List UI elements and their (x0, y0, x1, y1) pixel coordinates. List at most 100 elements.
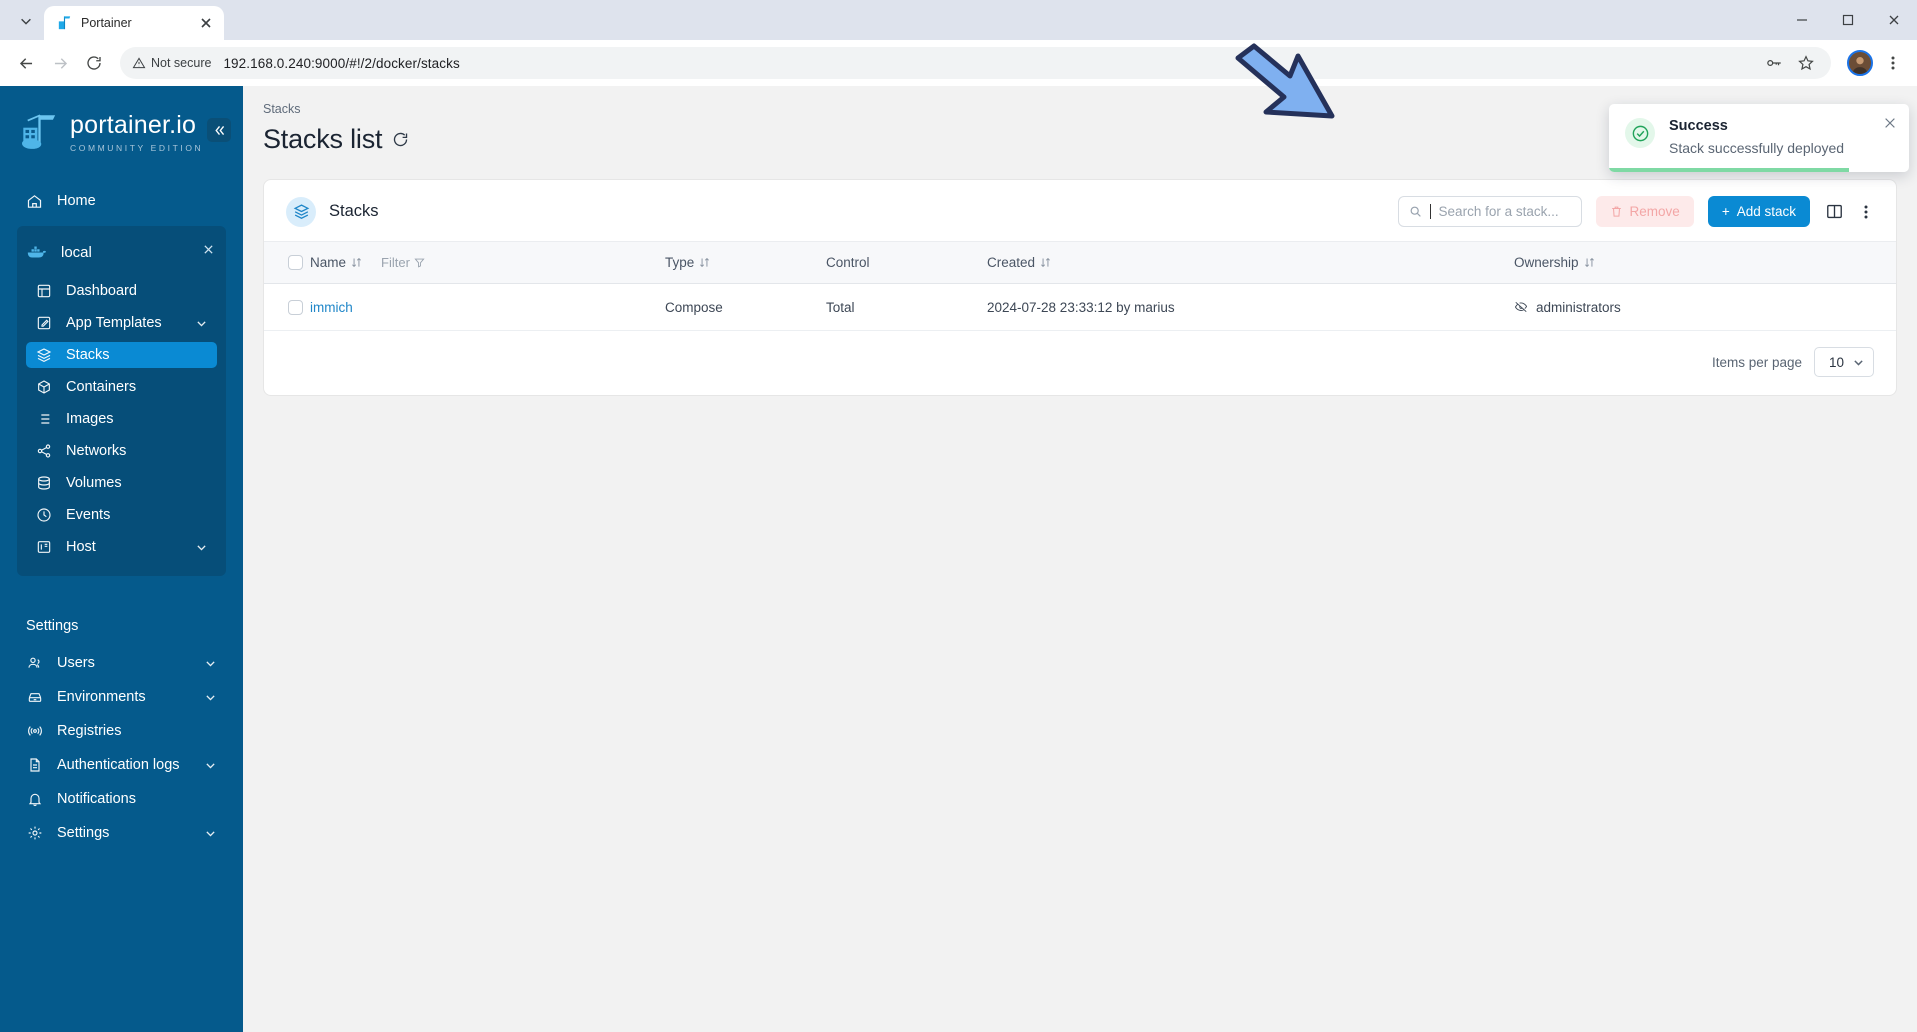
window-minimize-button[interactable] (1779, 0, 1825, 40)
omnibox-actions (1763, 52, 1825, 74)
sidebar-item-home[interactable]: Home (17, 188, 226, 214)
browser-menu-button[interactable] (1879, 49, 1907, 77)
table-row[interactable]: immich Compose Total 2024-07-28 23:33:12… (264, 283, 1896, 331)
table-header-row: Name Filter Type Control Created Ownersh… (264, 241, 1896, 284)
sidebar-item-events[interactable]: Events (26, 502, 217, 528)
password-manager-button[interactable] (1763, 52, 1785, 74)
back-button[interactable] (10, 47, 42, 79)
sidebar-item-label: Images (66, 411, 114, 427)
sidebar-item-dashboard[interactable]: Dashboard (26, 278, 217, 304)
row-checkbox[interactable] (288, 299, 303, 315)
sidebar-item-host[interactable]: Host (26, 534, 217, 560)
close-icon (1885, 118, 1895, 128)
close-icon (204, 245, 213, 254)
sidebar-item-notifications[interactable]: Notifications (17, 786, 226, 812)
window-close-icon (1889, 15, 1899, 25)
portainer-logo[interactable]: portainer.io COMMUNITY EDITION (0, 94, 243, 166)
double-chevron-left-icon (214, 125, 224, 135)
name-filter-button[interactable]: Filter (381, 255, 425, 270)
document-icon (26, 757, 43, 774)
sidebar-item-networks[interactable]: Networks (26, 438, 217, 464)
sidebar-item-app-templates[interactable]: App Templates (26, 310, 217, 336)
pagination: Items per page 10 (264, 331, 1896, 395)
column-header-control: Control (826, 241, 987, 284)
add-stack-button[interactable]: + Add stack (1707, 196, 1810, 227)
chevron-down-icon (21, 18, 31, 25)
security-label: Not secure (151, 56, 212, 70)
profile-button[interactable] (1847, 50, 1873, 76)
sidebar-item-registries[interactable]: Registries (17, 718, 226, 744)
remove-button[interactable]: Remove (1595, 196, 1694, 227)
window-maximize-button[interactable] (1825, 0, 1871, 40)
environments-icon (26, 689, 43, 706)
chevron-down-icon (204, 827, 217, 840)
app-shell: portainer.io COMMUNITY EDITION Home loca… (0, 86, 1917, 1032)
sidebar-item-stacks[interactable]: Stacks (26, 342, 217, 368)
bookmark-button[interactable] (1795, 52, 1817, 74)
sidebar-collapse-button[interactable] (207, 118, 231, 142)
browser-tab-title: Portainer (81, 16, 132, 30)
columns-layout-button[interactable] (1824, 202, 1844, 222)
sidebar-item-label: Networks (66, 443, 127, 459)
sidebar-item-environments[interactable]: Environments (17, 684, 226, 710)
toast-message: Stack successfully deployed (1669, 140, 1845, 156)
reload-icon (87, 56, 101, 70)
window-close-button[interactable] (1871, 0, 1917, 40)
select-all-header (264, 241, 310, 284)
sidebar-item-containers[interactable]: Containers (26, 374, 217, 400)
items-per-page-select[interactable]: 10 (1814, 347, 1874, 377)
column-header-ownership[interactable]: Ownership (1514, 241, 1896, 284)
text-cursor (1429, 204, 1431, 219)
plus-icon: + (1721, 204, 1730, 219)
bell-icon (26, 791, 43, 808)
select-all-checkbox[interactable] (288, 255, 303, 270)
portainer-logo-icon (22, 114, 56, 149)
stack-name-link[interactable]: immich (310, 300, 353, 315)
browser-tabstrip: Portainer (0, 0, 1917, 40)
column-header-type[interactable]: Type (665, 241, 826, 284)
url-text: 192.168.0.240:9000/#!/2/docker/stacks (223, 55, 460, 71)
columns-layout-icon (1826, 204, 1842, 219)
tab-search-button[interactable] (8, 5, 44, 37)
sidebar-item-images[interactable]: Images (26, 406, 217, 432)
logo-name: portainer.io (70, 111, 197, 139)
logo-wordmark: portainer.io COMMUNITY EDITION (70, 111, 204, 154)
cell-name: immich (310, 283, 665, 331)
sidebar-item-users[interactable]: Users (17, 650, 226, 676)
registries-icon (26, 723, 43, 740)
docker-whale-icon (26, 241, 48, 263)
column-label: Type (665, 255, 695, 270)
forward-button[interactable] (44, 47, 76, 79)
tab-close-icon[interactable] (198, 15, 214, 31)
toast-close-button[interactable] (1883, 116, 1897, 130)
logo-subtitle: COMMUNITY EDITION (70, 143, 204, 153)
browser-tab[interactable]: Portainer (44, 6, 224, 40)
search-input[interactable]: Search for a stack... (1397, 196, 1582, 227)
sidebar-item-label: Host (66, 539, 96, 555)
card-more-menu-button[interactable] (1858, 202, 1874, 222)
sidebar-settings-heading: Settings (26, 618, 79, 634)
address-bar[interactable]: Not secure 192.168.0.240:9000/#!/2/docke… (120, 47, 1831, 79)
sidebar-item-label: Registries (57, 723, 122, 739)
environment-header[interactable]: local (17, 232, 226, 272)
column-header-created[interactable]: Created (987, 241, 1514, 284)
refresh-icon[interactable] (392, 131, 410, 149)
card-title: Stacks (329, 202, 379, 220)
security-indicator[interactable]: Not secure (132, 56, 217, 70)
reload-button[interactable] (78, 47, 110, 79)
filter-label: Filter (381, 255, 410, 270)
star-icon (1798, 55, 1814, 71)
sidebar-item-volumes[interactable]: Volumes (26, 470, 217, 496)
sidebar-item-authentication-logs[interactable]: Authentication logs (17, 752, 226, 778)
cell-type: Compose (665, 283, 826, 331)
environment-close-button[interactable] (202, 243, 216, 257)
toast-body: Success Stack successfully deployed (1669, 118, 1844, 158)
maximize-icon (1842, 14, 1854, 26)
column-header-name[interactable]: Name Filter (310, 241, 665, 284)
sidebar-item-settings[interactable]: Settings (17, 820, 226, 846)
chevron-down-icon (204, 759, 217, 772)
sidebar-item-label: Notifications (57, 791, 136, 807)
column-label: Ownership (1514, 255, 1579, 270)
trash-icon (1610, 205, 1623, 218)
sort-arrows-icon (1583, 256, 1596, 269)
